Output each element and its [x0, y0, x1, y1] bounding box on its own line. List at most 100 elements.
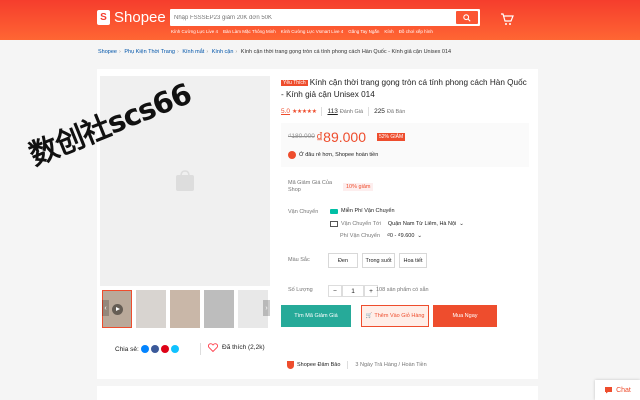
- divider: [347, 361, 349, 369]
- add-to-cart-button[interactable]: 🛒 Thêm Vào Giỏ Hàng: [361, 305, 429, 327]
- chevron-down-icon[interactable]: ⌄: [417, 233, 422, 239]
- shopee-guarantee[interactable]: Shopee Đảm Bảo 3 Ngày Trả Hàng / Hoàn Ti…: [287, 361, 427, 369]
- free-shipping-text: Miễn Phí Vận Chuyển: [341, 208, 395, 214]
- suggestion-link[interactable]: Kính: [384, 29, 393, 34]
- messenger-icon[interactable]: [140, 345, 149, 353]
- add-to-cart-label: Thêm Vào Giỏ Hàng: [374, 313, 425, 319]
- suggestion-link[interactable]: Bàn Làm Mặc Thông Minh: [223, 29, 276, 34]
- divider: [368, 107, 370, 116]
- breadcrumb-link[interactable]: Shopee: [98, 49, 117, 55]
- breadcrumb-link[interactable]: Phụ Kiện Thời Trang: [124, 49, 175, 55]
- shopee-guarantee-icon: [288, 151, 296, 159]
- price-box: ₫180.000 ₫89.000 52% GIẢM Ở đâu rẻ hơn, …: [281, 123, 529, 167]
- breadcrumb-link[interactable]: Kính cận: [212, 49, 234, 55]
- favorite-badge: Yêu Thích: [281, 80, 308, 86]
- search-input[interactable]: [170, 9, 450, 26]
- breadcrumb-separator: ›: [206, 49, 209, 55]
- breadcrumb-current: Kính cận thời trang gọng tròn cá tính ph…: [240, 49, 452, 55]
- rating-value[interactable]: 5.0: [281, 108, 290, 115]
- ship-fee-value: ₫0 - ₫9.600: [387, 233, 415, 239]
- price-guarantee-text: Ở đâu rẻ hơn, Shopee hoàn tiền: [299, 152, 379, 158]
- chevron-down-icon[interactable]: ⌄: [459, 221, 464, 227]
- color-option-black[interactable]: Đen: [328, 253, 358, 268]
- sold-count: 225: [374, 108, 385, 115]
- image-placeholder-icon: [176, 170, 194, 191]
- search-button[interactable]: [456, 11, 478, 24]
- divider: [200, 343, 201, 355]
- top-header: S Shopee Kính Cường Lực Live 4 Bàn Làm M…: [0, 0, 640, 40]
- ship-to-value[interactable]: Quận Nam Từ Liêm, Hà Nội: [388, 221, 456, 227]
- breadcrumb-separator: ›: [176, 49, 179, 55]
- guarantee-text: 3 Ngày Trả Hàng / Hoàn Tiền: [355, 362, 427, 368]
- play-icon: [112, 304, 123, 315]
- quantity-value[interactable]: 1: [342, 285, 364, 297]
- favorite-button[interactable]: Đã thích (2,2k): [208, 343, 265, 352]
- decrease-button[interactable]: −: [328, 285, 342, 297]
- shopee-logo[interactable]: S Shopee: [97, 9, 166, 26]
- ship-fee-label: Phí Vận Chuyển: [340, 233, 381, 239]
- buy-now-button[interactable]: Mua Ngay: [433, 305, 497, 327]
- shopee-bag-icon: S: [97, 10, 110, 25]
- original-price: ₫180.000: [288, 133, 315, 140]
- quantity-label: Số Lượng: [288, 287, 313, 293]
- current-price: ₫89.000: [316, 129, 367, 145]
- shipping-label: Vận Chuyển: [288, 209, 319, 215]
- color-label: Màu Sắc: [288, 257, 310, 263]
- sold-label: Đã Bán: [386, 108, 406, 115]
- thumbnail-strip: [102, 290, 268, 328]
- ship-fee-row: Phí Vận Chuyển ₫0 - ₫9.600 ⌄: [340, 233, 422, 239]
- search-icon: [463, 13, 471, 22]
- twitter-icon[interactable]: [170, 345, 179, 353]
- cart-add-icon: 🛒: [365, 313, 373, 319]
- quantity-stepper: − 1 +: [328, 285, 378, 297]
- free-shipping-icon: [330, 208, 338, 214]
- voucher-label: Mã Giảm Giá Của Shop: [288, 180, 333, 193]
- review-count[interactable]: 113: [327, 108, 337, 115]
- suggestion-link[interactable]: Đồ chơi xếp hình: [399, 29, 433, 34]
- ship-to-row: Vận Chuyển Tới Quận Nam Từ Liêm, Hà Nội …: [330, 221, 464, 227]
- review-label: Đánh Giá: [339, 108, 364, 115]
- truck-icon: [330, 221, 338, 227]
- next-section-card: [97, 386, 538, 400]
- favorite-label: Đã thích (2,2k): [222, 344, 265, 351]
- price-guarantee[interactable]: Ở đâu rẻ hơn, Shopee hoàn tiền: [288, 151, 378, 159]
- product-title: Kính cận thời trang gọng tròn cá tính ph…: [281, 78, 527, 99]
- chat-button[interactable]: Chat: [595, 380, 640, 400]
- thumbnail[interactable]: [136, 290, 166, 328]
- share-label: Chia sẻ:: [115, 345, 139, 353]
- breadcrumb-link[interactable]: Kính mắt: [182, 49, 204, 55]
- thumbnail[interactable]: [204, 290, 234, 328]
- breadcrumb-separator: ›: [118, 49, 121, 55]
- search-suggestions: Kính Cường Lực Live 4 Bàn Làm Mặc Thông …: [171, 29, 433, 34]
- search-bar: [170, 9, 480, 26]
- voucher-chip[interactable]: 10% giảm: [343, 183, 374, 191]
- heart-icon: [208, 343, 218, 352]
- rating-row: 5.0 ★★★★★ 113 Đánh Giá 225 Đã Bán: [281, 107, 405, 116]
- breadcrumb: Shopee › Phụ Kiện Thời Trang › Kính mắt › K…: [98, 49, 451, 55]
- guarantee-brand: Shopee Đảm Bảo: [297, 362, 341, 368]
- chat-label: Chat: [616, 386, 631, 394]
- find-voucher-label: Tìm Mã Giảm Giá: [294, 313, 338, 319]
- logo-text: Shopee: [114, 9, 166, 26]
- thumbnail-prev-arrow[interactable]: ‹: [102, 300, 109, 316]
- cart-icon[interactable]: [500, 12, 514, 26]
- buy-now-label: Mua Ngay: [452, 313, 478, 319]
- shield-icon: [287, 361, 294, 369]
- free-shipping-row: Miễn Phí Vận Chuyển: [330, 208, 395, 214]
- suggestion-link[interactable]: Kính Cường Lực Live 4: [171, 29, 218, 34]
- suggestion-link[interactable]: Găng Tay Ngắn: [348, 29, 379, 34]
- thumbnail-next-arrow[interactable]: ›: [263, 300, 270, 316]
- facebook-icon[interactable]: [150, 345, 159, 353]
- product-title-block: Yêu Thích Kính cận thời trang gọng tròn c…: [281, 77, 531, 100]
- star-rating-icon: ★★★★★: [292, 109, 317, 115]
- color-option-pattern[interactable]: Hoa tiết: [399, 253, 427, 268]
- stock-text: 108 sản phẩm có sẵn: [376, 287, 429, 293]
- share-row: Chia sẻ:: [115, 345, 179, 353]
- pinterest-icon[interactable]: [160, 345, 169, 353]
- find-voucher-button[interactable]: Tìm Mã Giảm Giá: [281, 305, 351, 327]
- thumbnail[interactable]: [170, 290, 200, 328]
- discount-badge: 52% GIẢM: [377, 133, 406, 141]
- suggestion-link[interactable]: Kính Cường Lực Vsmart Live 4: [281, 29, 344, 34]
- divider: [321, 107, 323, 116]
- color-option-clear[interactable]: Trong suốt: [362, 253, 395, 268]
